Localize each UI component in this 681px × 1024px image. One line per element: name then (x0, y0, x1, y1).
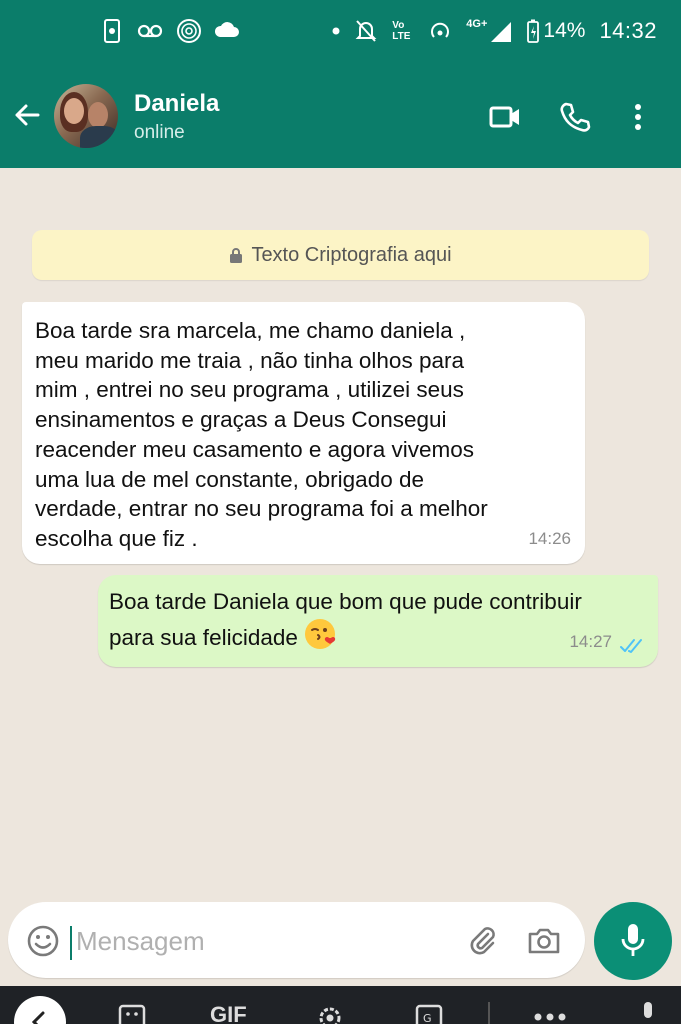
avatar[interactable] (54, 84, 118, 148)
clock: 14:32 (599, 18, 657, 43)
battery-level: 14% (543, 19, 586, 42)
toolbar-divider (488, 1002, 490, 1024)
battery-icon (527, 19, 540, 43)
encryption-banner[interactable]: Texto Criptografia aqui (32, 230, 649, 280)
mic-icon (621, 924, 645, 956)
composer: Mensagem (0, 896, 681, 986)
read-ticks-icon (620, 639, 642, 653)
message-time: 14:26 (528, 529, 571, 549)
network-type: 4G+ (466, 18, 488, 30)
emoji-icon[interactable] (26, 924, 60, 958)
volte-icon: Vo LTE (392, 20, 411, 42)
message-input[interactable]: Mensagem (76, 926, 205, 957)
back-arrow-icon[interactable] (12, 100, 42, 130)
more-horiz-icon[interactable] (534, 1012, 566, 1022)
lock-icon (230, 248, 243, 263)
contact-status: online (134, 122, 185, 143)
status-right-icons: Vo LTE 4G+ 14% 14:32 (332, 18, 657, 44)
message-input-container: Mensagem (8, 902, 585, 978)
phone-icon[interactable] (558, 100, 592, 134)
sticker-icon[interactable] (118, 1004, 146, 1024)
video-call-icon[interactable] (488, 100, 522, 134)
status-bar: Vo LTE 4G+ 14% 14:32 (0, 0, 681, 66)
svg-text:G: G (423, 1012, 432, 1024)
message-text: Boa tarde Daniela que bom que pude contr… (109, 589, 582, 650)
camera-icon[interactable] (526, 924, 562, 958)
screen-recorder-icon (104, 19, 120, 43)
chat-area[interactable]: Texto Criptografia aqui Boa tarde sra ma… (0, 168, 681, 896)
settings-icon[interactable] (316, 1004, 344, 1024)
voicemail-icon (137, 24, 163, 38)
mic-button[interactable] (594, 902, 672, 980)
voice-typing-icon[interactable] (638, 1000, 658, 1024)
keyboard-back-button[interactable] (14, 996, 66, 1024)
muted-bell-icon (355, 20, 377, 42)
contact-name[interactable]: Daniela (134, 90, 219, 118)
encryption-text: Texto Criptografia aqui (251, 243, 452, 266)
message-text: Boa tarde sra marcela, me chamo daniela … (35, 318, 488, 551)
text-caret (70, 926, 72, 960)
outgoing-message[interactable]: Boa tarde Daniela que bom que pude contr… (98, 575, 658, 667)
message-time: 14:27 (569, 632, 612, 652)
translate-icon[interactable]: G (414, 1004, 444, 1024)
chat-header: Daniela online (0, 66, 681, 168)
gif-button[interactable]: GIF (210, 1002, 247, 1024)
kissing-face-heart-emoji (305, 618, 336, 649)
chevron-left-icon (31, 1011, 45, 1024)
status-left-icons (100, 18, 240, 44)
cloud-icon (214, 22, 239, 37)
incoming-message[interactable]: Boa tarde sra marcela, me chamo daniela … (22, 302, 585, 564)
keyboard-toolbar: GIF G (0, 986, 681, 1024)
fingerprint-icon (177, 19, 201, 43)
attach-icon[interactable] (466, 924, 500, 958)
dot-icon (332, 27, 340, 35)
signal-4g-icon (491, 22, 512, 42)
more-vert-icon[interactable] (628, 100, 648, 134)
hotspot-icon (431, 22, 450, 38)
